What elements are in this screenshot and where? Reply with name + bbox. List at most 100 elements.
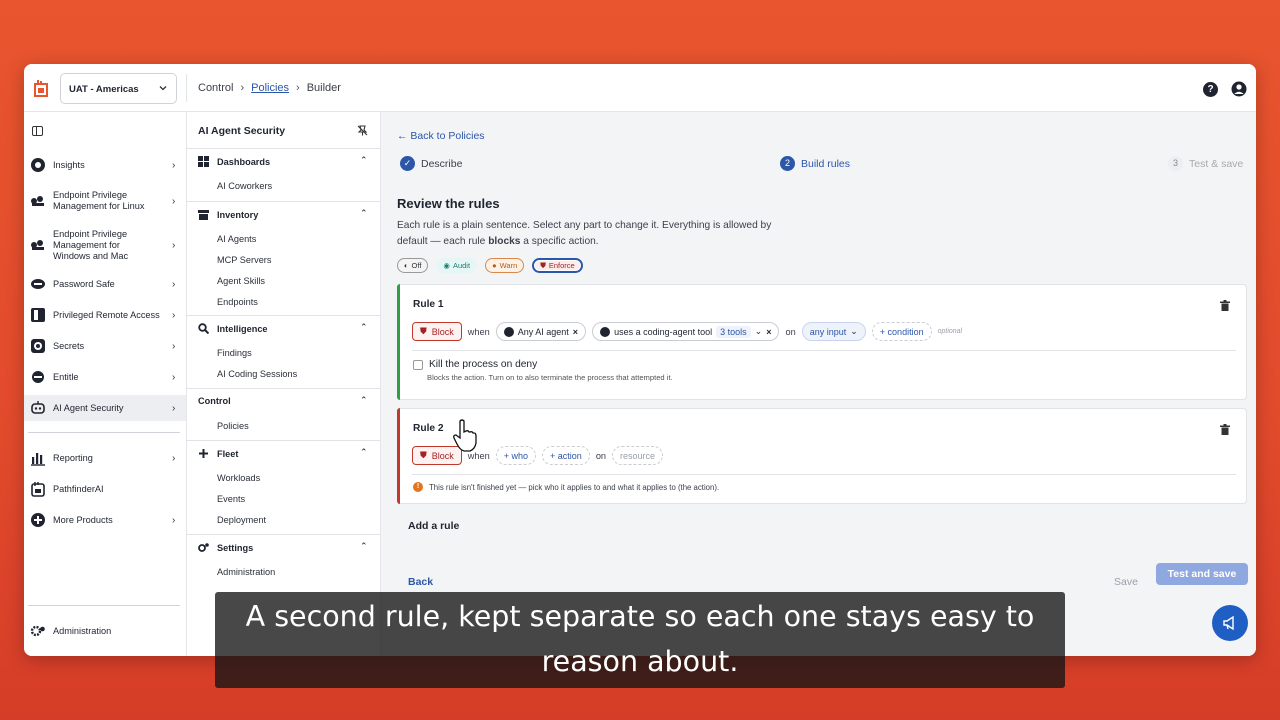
tools-count-select[interactable]: 3 tools (716, 325, 751, 338)
add-action-button[interactable]: + action (542, 446, 590, 465)
nav-item-administration[interactable]: Administration (217, 567, 275, 577)
toggle-off-icon: ◐ (404, 261, 409, 270)
chevron-right-icon: › (172, 159, 176, 171)
desc-text: a specific action. (520, 235, 599, 247)
page-title: Review the rules (397, 196, 500, 211)
action-label: Block (431, 326, 454, 337)
mode-off[interactable]: ◐ Off (397, 258, 429, 273)
nav-item-events[interactable]: Events (217, 494, 245, 504)
nav-item-policies[interactable]: Policies (217, 421, 249, 431)
chevron-up-icon[interactable]: ⌃ (360, 395, 368, 406)
action-block-select[interactable]: ⛊ Block (412, 322, 462, 341)
nav-item-workloads[interactable]: Workloads (217, 473, 260, 483)
step-describe[interactable]: ✓ Describe (400, 156, 462, 171)
tool-chip[interactable]: uses a coding-agent tool 3 tools ⌄ × (592, 322, 780, 341)
sidebar-item-administration[interactable]: Administration (24, 622, 186, 640)
divider (412, 350, 1236, 351)
step-number: 3 (1168, 156, 1183, 171)
chevron-up-icon[interactable]: ⌃ (360, 541, 368, 552)
nav-group-label: Settings (217, 542, 254, 553)
nav-title: AI Agent Security (198, 125, 286, 137)
kill-process-checkbox[interactable] (413, 359, 423, 370)
sidebar-item-reporting[interactable]: Reporting › (24, 449, 186, 467)
inventory-icon (198, 210, 209, 220)
nav-item-ai-coworkers[interactable]: AI Coworkers (217, 181, 272, 191)
step-label: Describe (421, 157, 463, 170)
kill-process-label: Kill the process on deny (429, 359, 538, 370)
close-icon[interactable]: × (766, 327, 771, 337)
nav-group-header[interactable]: Inventory (198, 209, 258, 220)
sidebar-item-ai-agent-security[interactable]: AI Agent Security › (24, 395, 186, 421)
epm-windows-icon (31, 240, 44, 250)
add-condition-button[interactable]: + condition (871, 322, 932, 341)
trash-icon[interactable] (1220, 300, 1230, 311)
resource-select[interactable]: resource (612, 446, 664, 465)
sidebar-item-label: Reporting (53, 452, 93, 463)
nav-item-ai-coding-sessions[interactable]: AI Coding Sessions (217, 369, 297, 379)
chevron-up-icon[interactable]: ⌃ (360, 447, 368, 458)
step-test-save[interactable]: 3 Test & save (1168, 156, 1243, 171)
mode-enforce[interactable]: ⛊ Enforce (532, 258, 583, 273)
breadcrumb-policies[interactable]: Policies (251, 82, 289, 94)
search-icon (198, 323, 209, 334)
divider (28, 605, 180, 606)
add-who-button[interactable]: + who (495, 446, 537, 465)
sidebar-item-pathfinder[interactable]: PathfinderAI (24, 480, 186, 498)
chevron-up-icon[interactable]: ⌃ (360, 155, 368, 166)
sidebar-item-label: Insights (53, 159, 85, 170)
help-icon[interactable]: ? (1203, 82, 1218, 97)
sidebar-item-remote-access[interactable]: Privileged Remote Access › (24, 306, 186, 324)
nav-group-header[interactable]: Intelligence (198, 323, 268, 334)
environment-select[interactable]: UAT - Americas (60, 73, 177, 104)
mode-warn[interactable]: ● Warn (485, 258, 525, 273)
trash-icon[interactable] (1220, 424, 1230, 435)
step-number: 2 (780, 156, 795, 171)
nav-group-header[interactable]: Control (198, 396, 231, 406)
nav-item-agent-skills[interactable]: Agent Skills (217, 276, 265, 286)
sidebar-item-more-products[interactable]: More Products › (24, 511, 186, 529)
sidebar-item-insights[interactable]: Insights › (24, 156, 186, 174)
pin-icon[interactable] (357, 125, 368, 136)
nav-group-header[interactable]: Fleet (198, 448, 238, 459)
chevron-up-icon[interactable]: ⌃ (360, 322, 368, 333)
sidebar-item-password-safe[interactable]: Password Safe › (24, 275, 186, 293)
mode-audit[interactable]: ◉ Audit (436, 258, 478, 273)
who-chip[interactable]: Any AI agent × (495, 322, 587, 341)
input-select[interactable]: any input ⌄ (801, 322, 866, 341)
sidebar-item-entitle[interactable]: Entitle › (24, 368, 186, 386)
nav-group-header[interactable]: Settings (198, 542, 253, 553)
desc-text: default — each rule (397, 235, 489, 247)
chevron-up-icon[interactable]: ⌃ (360, 208, 368, 219)
save-button[interactable]: Save (1114, 576, 1138, 588)
nav-item-endpoints[interactable]: Endpoints (217, 297, 258, 307)
nav-item-mcp-servers[interactable]: MCP Servers (217, 255, 271, 265)
test-and-save-button[interactable]: Test and save (1156, 563, 1248, 585)
back-button[interactable]: Back (408, 576, 433, 588)
close-icon[interactable]: × (573, 327, 578, 337)
feedback-button[interactable] (1212, 605, 1248, 641)
step-build-rules[interactable]: 2 Build rules (780, 156, 850, 171)
nav-item-deployment[interactable]: Deployment (217, 515, 266, 525)
kill-process-option[interactable]: Kill the process on deny (413, 359, 537, 370)
nav-group-header[interactable]: Dashboards (198, 156, 270, 167)
sidebar-item-label: Entitle (53, 371, 79, 382)
epm-linux-icon (31, 196, 44, 206)
add-rule-button[interactable]: Add a rule (408, 520, 459, 532)
divider (412, 474, 1236, 475)
agent-icon (503, 326, 514, 337)
nav-item-findings[interactable]: Findings (217, 348, 252, 358)
back-to-policies-link[interactable]: ← Back to Policies (397, 130, 485, 142)
sidebar-item-secrets[interactable]: Secrets › (24, 337, 186, 355)
sidebar-item-epm-linux[interactable]: Endpoint Privilege Management for Linux › (24, 188, 186, 214)
sidebar-item-epm-windows[interactable]: Endpoint Privilege Management for Window… (24, 227, 186, 263)
nav-item-ai-agents[interactable]: AI Agents (217, 234, 256, 244)
mode-label: Warn (499, 261, 518, 270)
who-label: Any AI agent (517, 326, 569, 337)
user-account-icon[interactable] (1231, 81, 1247, 97)
gear-icon (198, 543, 209, 552)
sidebar-toggle-icon[interactable] (32, 126, 43, 136)
app-logo-icon[interactable] (32, 78, 50, 98)
breadcrumb-control[interactable]: Control (198, 82, 233, 94)
nav-group-label: Dashboards (217, 156, 271, 167)
mode-selector: ◐ Off ◉ Audit ● Warn ⛊ Enforce (397, 258, 583, 273)
